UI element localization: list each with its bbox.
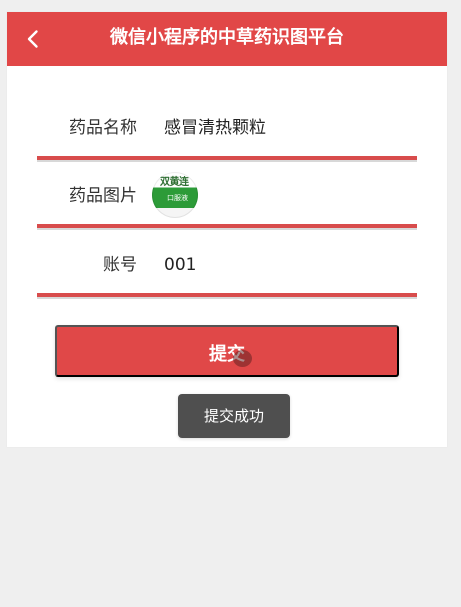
account-row: 账号 001 <box>37 233 417 299</box>
press-shadow <box>233 350 252 367</box>
thumbnail-subtext: 口服液 <box>167 194 188 202</box>
medicine-thumbnail[interactable]: 双黄连 口服液 <box>152 172 198 218</box>
medicine-name-label: 药品名称 <box>69 118 137 138</box>
app-window: 微信小程序的中草药识图平台 药品名称 感冒清热颗粒 药品图片 双黄连 口服液 账… <box>7 12 447 447</box>
page-title: 微信小程序的中草药识图平台 <box>110 27 344 48</box>
top-navigation-bar: 微信小程序的中草药识图平台 <box>7 12 447 66</box>
row-divider <box>37 224 417 230</box>
account-label: 账号 <box>103 255 137 275</box>
medicine-image-row: 药品图片 双黄连 口服液 <box>37 164 417 230</box>
submit-button[interactable]: 提交 <box>55 325 399 377</box>
medicine-name-row: 药品名称 感冒清热颗粒 <box>37 96 417 162</box>
account-value: 001 <box>164 255 197 275</box>
medicine-name-value: 感冒清热颗粒 <box>164 118 266 138</box>
row-divider <box>37 293 417 299</box>
row-divider <box>37 156 417 162</box>
medicine-image-label: 药品图片 <box>69 186 137 206</box>
success-toast: 提交成功 <box>178 394 290 438</box>
chevron-left-icon[interactable] <box>21 27 45 51</box>
thumbnail-brand-text: 双黄连 <box>160 177 189 188</box>
